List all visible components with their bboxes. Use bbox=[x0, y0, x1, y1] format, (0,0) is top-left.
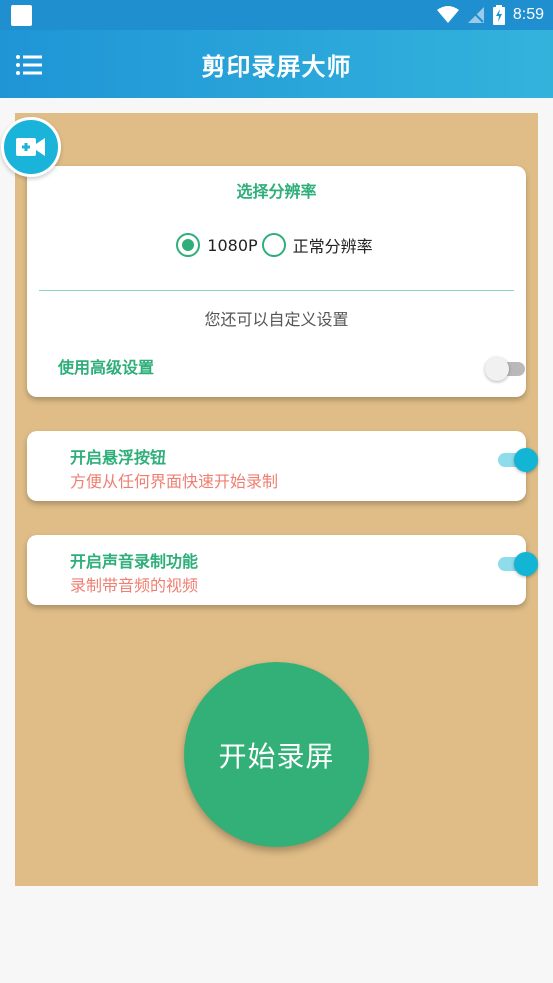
floating-button-subtitle: 方便从任何界面快速开始录制 bbox=[70, 472, 279, 491]
status-time: 8:59 bbox=[512, 6, 544, 23]
advanced-settings-toggle[interactable] bbox=[485, 356, 529, 381]
notification-icon bbox=[11, 5, 32, 26]
menu-button[interactable] bbox=[14, 50, 44, 80]
floating-button-card: 开启悬浮按钮 方便从任何界面快速开始录制 bbox=[27, 431, 538, 501]
video-camera-add-icon bbox=[16, 138, 45, 156]
radio-unchecked-icon[interactable] bbox=[261, 233, 286, 257]
start-recording-button[interactable]: 开始录屏 bbox=[184, 662, 369, 847]
status-bar: 8:59 bbox=[0, 0, 553, 30]
radio-normal-resolution[interactable]: 正常分辨率 bbox=[261, 233, 377, 257]
audio-recording-card: 开启声音录制功能 录制带音频的视频 bbox=[27, 535, 538, 605]
toggle-thumb bbox=[514, 448, 538, 472]
radio-checked-icon[interactable] bbox=[176, 233, 201, 257]
advanced-settings-label: 使用高级设置 bbox=[58, 358, 155, 377]
radio-label: 1080P bbox=[207, 235, 258, 255]
toggle-thumb bbox=[514, 552, 538, 576]
app-title: 剪印录屏大师 bbox=[201, 52, 352, 81]
signal-off-icon bbox=[467, 7, 484, 23]
audio-recording-toggle[interactable] bbox=[494, 551, 538, 576]
camera-fab-button[interactable] bbox=[1, 117, 61, 177]
divider bbox=[39, 290, 514, 291]
resolution-radio-group: 1080P 正常分辨率 bbox=[27, 232, 526, 258]
floating-button-toggle[interactable] bbox=[494, 447, 538, 472]
app-bar: 剪印录屏大师 bbox=[0, 30, 553, 98]
audio-recording-subtitle: 录制带音频的视频 bbox=[70, 576, 199, 595]
resolution-title: 选择分辨率 bbox=[236, 182, 317, 201]
floating-button-title: 开启悬浮按钮 bbox=[70, 448, 167, 467]
menu-icon bbox=[16, 55, 42, 75]
audio-recording-title: 开启声音录制功能 bbox=[70, 552, 199, 571]
custom-settings-hint: 您还可以自定义设置 bbox=[204, 310, 349, 329]
toggle-thumb bbox=[485, 357, 509, 381]
status-icons: 8:59 bbox=[436, 0, 544, 30]
radio-1080p[interactable]: 1080P bbox=[176, 233, 261, 257]
resolution-card: 选择分辨率 1080P 正常分辨率 您还可以自定义设置 使用高级设置 bbox=[27, 166, 526, 397]
wifi-icon bbox=[436, 6, 459, 23]
radio-label: 正常分辨率 bbox=[292, 237, 373, 256]
battery-charging-icon bbox=[492, 5, 505, 25]
